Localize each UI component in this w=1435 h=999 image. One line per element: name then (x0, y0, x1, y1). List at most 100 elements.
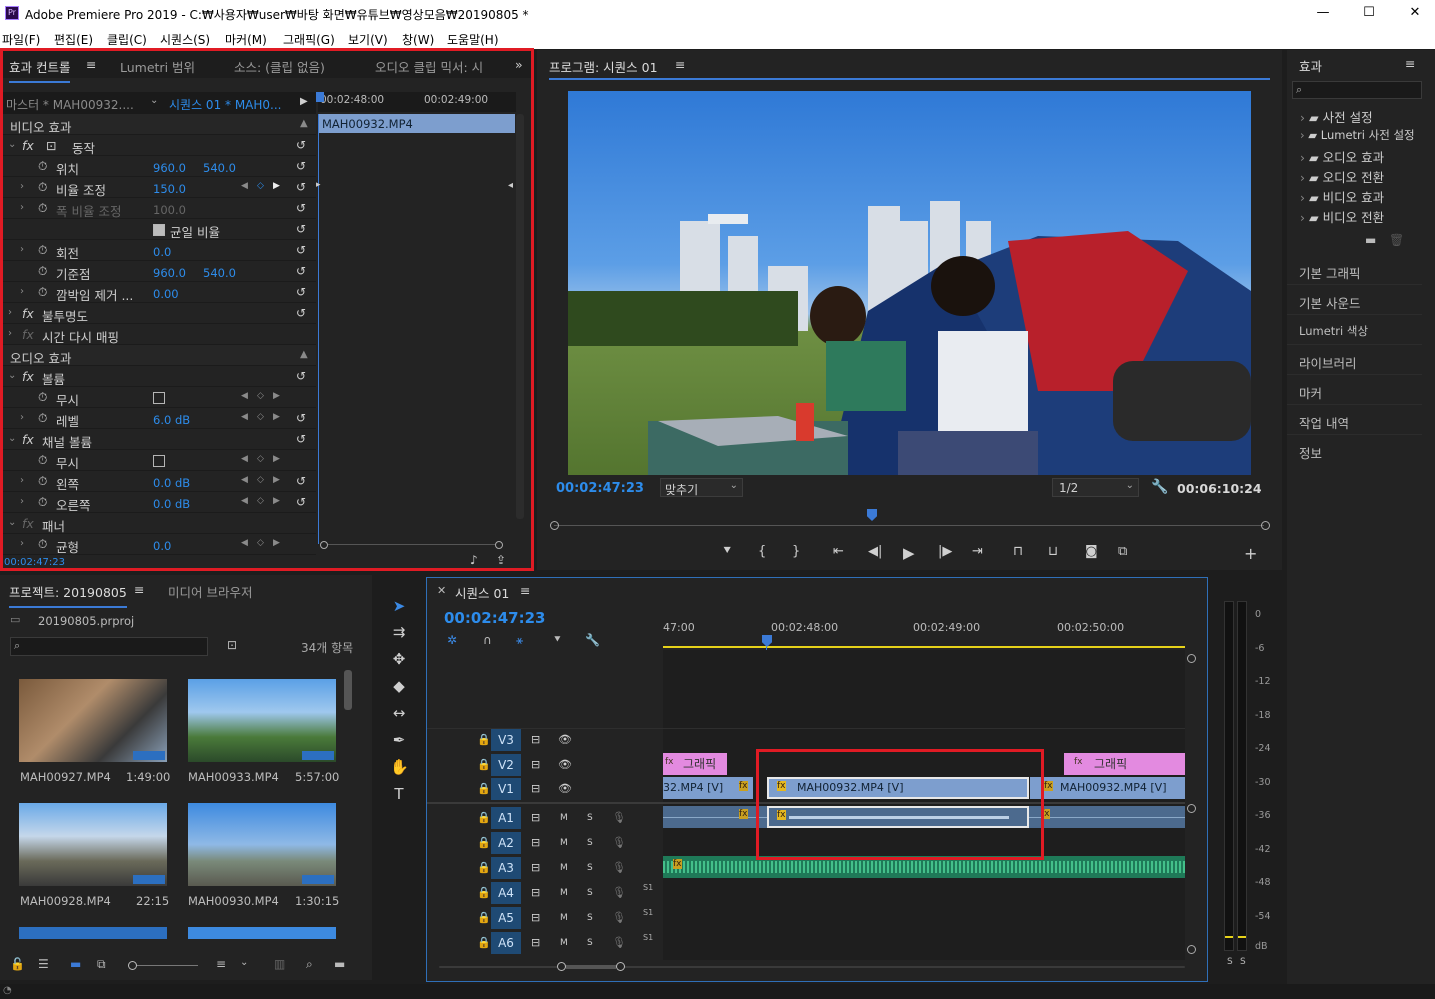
stopwatch-icon[interactable]: ⏱ (38, 537, 47, 552)
stopwatch-icon[interactable]: ⏱ (38, 264, 47, 279)
track-target-a4[interactable]: A4 (491, 882, 521, 904)
lock-icon[interactable]: 🔒 (477, 936, 491, 949)
collapse-arrow-icon[interactable]: ▲ (300, 118, 308, 129)
tab-menu-icon[interactable]: ≡ (86, 57, 96, 72)
reset-icon[interactable]: ↺ (296, 159, 306, 173)
lock-icon[interactable]: 🔒 (477, 733, 491, 746)
slip-tool-icon[interactable]: ↔ (390, 704, 408, 722)
vertical-scrollbar[interactable] (516, 114, 524, 519)
go-to-in-icon[interactable]: ⇤ (833, 544, 844, 559)
clip-thumbnail[interactable] (188, 927, 336, 939)
microphone-icon[interactable]: 🎙 (612, 811, 626, 824)
microphone-icon[interactable]: 🎙 (612, 911, 626, 924)
step-back-icon[interactable]: ◀| (868, 544, 882, 559)
sync-lock-icon[interactable]: ⊟ (531, 911, 540, 924)
effects-search-input[interactable]: ⌕ (1292, 81, 1422, 99)
next-keyframe-icon[interactable]: ▶ (273, 496, 280, 506)
add-keyframe-icon[interactable]: ◇ (257, 496, 264, 506)
step-forward-icon[interactable]: |▶ (938, 544, 952, 559)
program-monitor-title[interactable]: 프로그램: 시퀀스 01 (549, 57, 658, 76)
stopwatch-icon[interactable]: ⏱ (38, 180, 47, 195)
lock-icon[interactable]: 🔒 (477, 782, 491, 795)
next-keyframe-icon[interactable]: ▶ (273, 538, 280, 548)
chevron-right-icon[interactable]: › (20, 475, 24, 486)
menu-graphics[interactable]: 그래픽(G) (283, 31, 335, 48)
stopwatch-icon[interactable]: ⏱ (38, 411, 47, 426)
zoom-slider[interactable] (128, 961, 198, 971)
tab-effect-controls[interactable]: 효과 컨트롤 (9, 57, 71, 83)
track-target-a5[interactable]: A5 (491, 907, 521, 929)
timeline-ruler[interactable]: 47:00 00:02:48:00 00:02:49:00 00:02:50:0… (663, 618, 1185, 648)
panel-essential-sound[interactable]: 기본 사운드 (1287, 285, 1422, 315)
panel-menu-icon[interactable]: ≡ (1405, 56, 1415, 71)
chevron-down-icon[interactable]: ⌄ (8, 433, 16, 444)
stopwatch-icon[interactable]: ⏱ (38, 285, 47, 300)
fx-icon[interactable]: fx (22, 138, 34, 153)
chevron-right-icon[interactable]: › (20, 412, 24, 423)
playhead-handle[interactable] (316, 92, 324, 102)
add-keyframe-icon[interactable]: ◇ (257, 475, 264, 485)
bypass-checkbox[interactable] (153, 392, 165, 404)
track-target-v3[interactable]: V3 (491, 729, 521, 751)
prev-keyframe-icon[interactable]: ◀ (241, 412, 248, 422)
export-icon[interactable]: ⇪ (496, 553, 506, 567)
play-only-icon[interactable]: ▶ (300, 96, 308, 107)
chevron-right-icon[interactable]: › (20, 286, 24, 297)
lock-icon[interactable]: 🔒 (477, 758, 491, 771)
effect-folder-audio-transitions[interactable]: › ▰ 오디오 전환 (1300, 167, 1384, 186)
camera-icon[interactable]: ◙ (1085, 544, 1098, 559)
stopwatch-icon[interactable]: ⏱ (38, 243, 47, 258)
menu-clip[interactable]: 클립(C) (107, 31, 147, 48)
chevron-right-icon[interactable]: › (20, 496, 24, 507)
reset-icon[interactable]: ↺ (296, 306, 306, 320)
menu-window[interactable]: 창(W) (402, 31, 434, 48)
freeform-view-icon[interactable]: ⧉ (97, 957, 106, 972)
extract-icon[interactable]: ⊔ (1048, 544, 1058, 559)
selection-tool-icon[interactable]: ➤ (390, 597, 408, 615)
automate-icon[interactable]: ▥ (274, 957, 285, 971)
chevron-down-icon[interactable]: ⌄ (8, 517, 16, 528)
sync-lock-icon[interactable]: ⊟ (531, 861, 540, 874)
program-timecode[interactable]: 00:02:47:23 (556, 481, 644, 496)
solo-button[interactable]: S (587, 863, 593, 873)
new-bin-icon[interactable]: ▬ (1365, 233, 1376, 247)
project-search-input[interactable]: ⌕ (10, 637, 208, 656)
prev-keyframe-icon[interactable]: ◀ (241, 454, 248, 464)
mark-in-icon[interactable]: { (758, 544, 766, 559)
microphone-icon[interactable]: 🎙 (612, 836, 626, 849)
solo-button[interactable]: S (587, 813, 593, 823)
solo-button[interactable]: S (587, 938, 593, 948)
wrench-icon[interactable]: 🔧 (1151, 479, 1168, 495)
vertical-scrollbar[interactable] (344, 670, 352, 710)
type-tool-icon[interactable]: T (390, 785, 408, 803)
prev-keyframe-icon[interactable]: ◀ (241, 181, 248, 191)
mute-button[interactable]: M (560, 888, 568, 898)
compare-icon[interactable]: ⧉ (1118, 544, 1127, 559)
eye-icon[interactable]: 👁 (558, 782, 572, 795)
microphone-icon[interactable]: 🎙 (612, 936, 626, 949)
menu-marker[interactable]: 마커(M) (225, 31, 267, 48)
track-target-a3[interactable]: A3 (491, 857, 521, 879)
sync-lock-icon[interactable]: ⊟ (531, 836, 540, 849)
tab-lumetri-scopes[interactable]: Lumetri 범위 (120, 57, 195, 76)
maximize-button[interactable]: ☐ (1354, 4, 1384, 24)
lock-icon[interactable]: 🔒 (477, 911, 491, 924)
clip-bar[interactable]: MAH00932.MP4 (318, 114, 515, 133)
panel-essential-graphics[interactable]: 기본 그래픽 (1287, 255, 1422, 285)
menu-view[interactable]: 보기(V) (348, 31, 388, 48)
reset-icon[interactable]: ↺ (296, 138, 306, 152)
add-marker-icon[interactable]: ⯆ (553, 633, 562, 647)
pen-tool-icon[interactable]: ✒ (390, 731, 408, 749)
icon-view-icon[interactable]: ▬ (70, 957, 81, 971)
position-y-value[interactable]: 540.0 (203, 161, 236, 175)
chevron-right-icon[interactable]: › (20, 244, 24, 255)
stopwatch-icon[interactable]: ⏱ (38, 159, 47, 174)
track-target-a6[interactable]: A6 (491, 932, 521, 954)
chevron-right-icon[interactable]: › (20, 538, 24, 549)
next-keyframe-icon[interactable]: ▶ (273, 454, 280, 464)
graphic-clip[interactable]: fx 그래픽 (1064, 753, 1185, 775)
reset-icon[interactable]: ↺ (296, 222, 306, 236)
solo-right-button[interactable]: S (1240, 957, 1246, 967)
reset-icon[interactable]: ↺ (296, 432, 306, 446)
fx-icon[interactable]: fx (22, 306, 34, 321)
